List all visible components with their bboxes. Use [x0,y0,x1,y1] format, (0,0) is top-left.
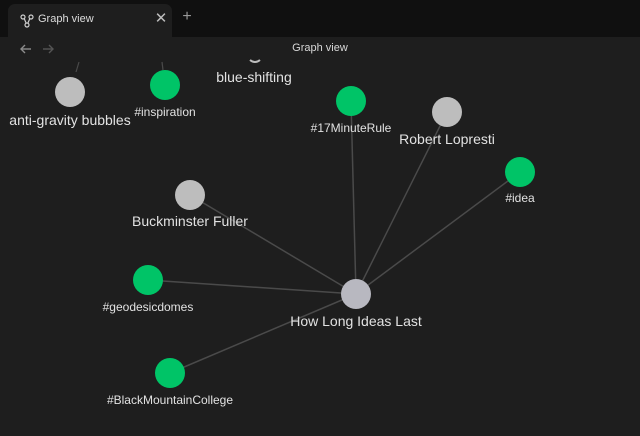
node-label: #17MinuteRule [311,121,392,135]
node-circle[interactable] [432,97,462,127]
node-circle[interactable] [150,70,180,100]
graph-edge-stub [75,61,80,73]
node-circle[interactable] [341,279,371,309]
node-circle[interactable] [155,358,185,388]
graph-node-blue-shifting[interactable]: blue-shifting [216,59,292,85]
graph-node-fuller[interactable]: Buckminster Fuller [132,180,248,229]
graph-edge [355,171,521,295]
node-label: How Long Ideas Last [290,313,422,329]
graph-edge [189,194,357,295]
node-circle[interactable] [336,86,366,116]
node-circle[interactable] [505,157,535,187]
node-circle[interactable] [133,265,163,295]
graph-edge [147,279,357,295]
node-label: Buckminster Fuller [132,213,248,229]
node-circle[interactable] [55,77,85,107]
node-circle-partial [249,59,261,63]
graph-node-geodesic[interactable]: #geodesicdomes [103,265,194,314]
graph-edge [169,293,357,374]
graph-node-anti-gravity[interactable]: anti-gravity bubbles [9,77,131,128]
graph-canvas[interactable]: anti-gravity bubbles #inspiration blue-shi… [0,0,640,436]
node-label: #idea [505,191,535,205]
graph-node-inspiration[interactable]: #inspiration [134,70,196,119]
node-label: #geodesicdomes [103,300,194,314]
node-label: Robert Lopresti [399,131,495,147]
graph-edge-stub [161,61,164,71]
node-label: #inspiration [134,105,195,119]
node-label: #BlackMountainCollege [107,393,233,407]
graph-node-17minute[interactable]: #17MinuteRule [311,86,392,135]
graph-node-lopresti[interactable]: Robert Lopresti [399,97,495,147]
node-label: blue-shifting [216,69,292,85]
node-circle[interactable] [175,180,205,210]
graph-node-how-long[interactable]: How Long Ideas Last [290,279,422,329]
graph-node-idea[interactable]: #idea [505,157,535,205]
graph-node-bmc[interactable]: #BlackMountainCollege [107,358,233,407]
node-label: anti-gravity bubbles [9,112,130,128]
